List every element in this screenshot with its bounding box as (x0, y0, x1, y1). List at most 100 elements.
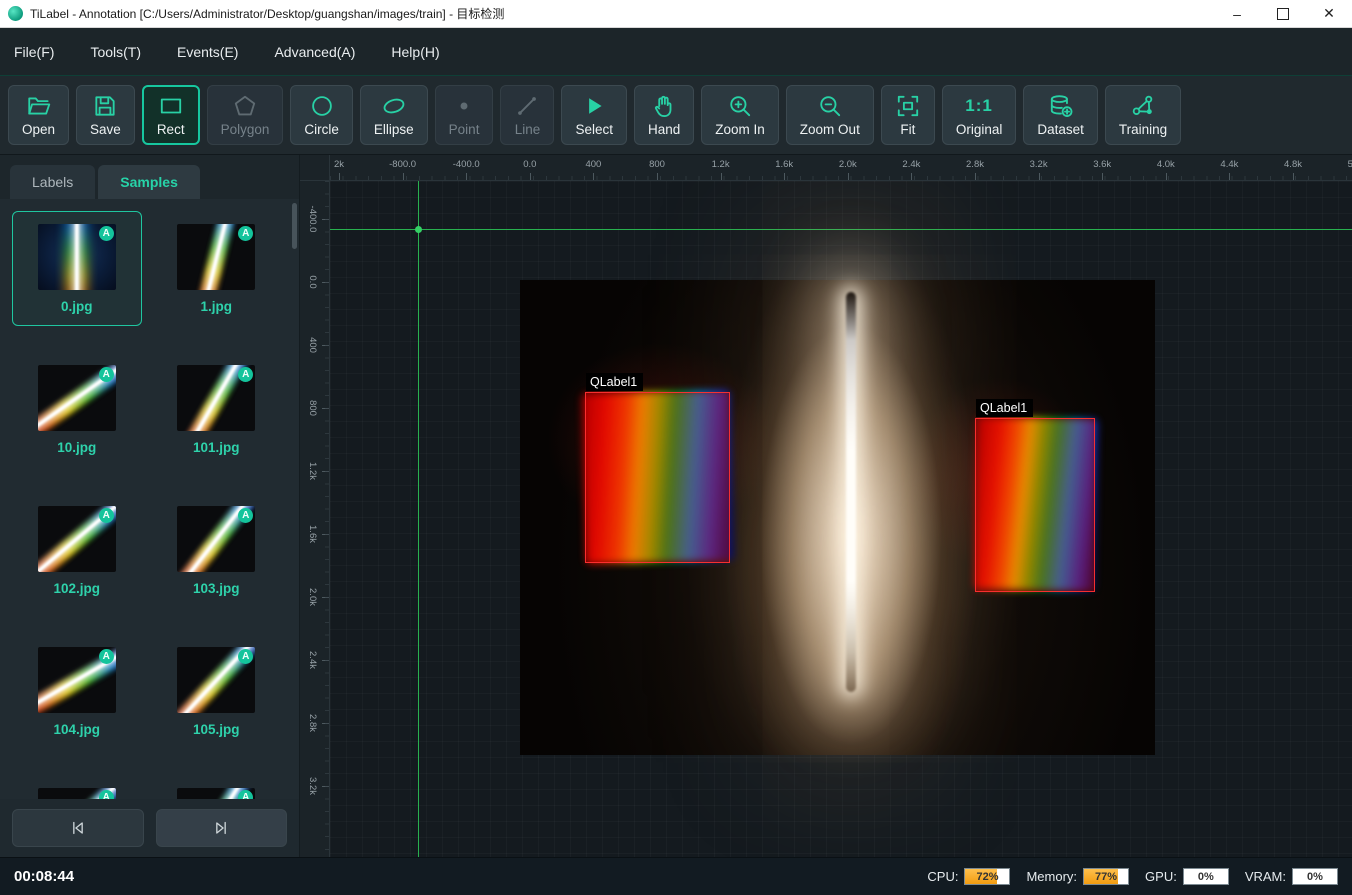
tool-ellipse[interactable]: Ellipse (359, 85, 428, 145)
ruler-tick (1293, 173, 1294, 180)
tab-samples[interactable]: Samples (98, 165, 200, 199)
training-icon (1130, 92, 1156, 119)
menu-item-events-e[interactable]: Events(E) (177, 44, 238, 60)
sample-thumbnail: A (37, 224, 116, 290)
sample-101-jpg[interactable]: A 101.jpg (152, 352, 282, 467)
sample-partial-8[interactable]: A (12, 775, 142, 799)
ruler-label: -400.0 (307, 205, 318, 233)
annotation-label: QLabel1 (976, 399, 1034, 417)
tool-zoom-in[interactable]: Zoom In (701, 85, 779, 145)
auto-label-badge: A (238, 367, 254, 382)
annotation-box[interactable]: QLabel1 (585, 373, 730, 563)
tool-label: Zoom In (715, 122, 765, 137)
app-window: TiLabel - Annotation [C:/Users/Administr… (0, 0, 1352, 895)
sample-104-jpg[interactable]: A 104.jpg (12, 634, 142, 749)
tool-fit[interactable]: Fit (880, 85, 935, 145)
ruler-tick (975, 173, 976, 180)
sample-thumbnail: A (177, 647, 256, 713)
ruler-tick (322, 723, 329, 724)
ruler-tick (784, 173, 786, 180)
tool-select[interactable]: Select (561, 85, 627, 145)
elapsed-time: 00:08:44 (14, 868, 75, 885)
maximize-icon (1277, 7, 1289, 20)
sidebar: Labels Samples A 0.jpg A 1.jpg A 10.jpg A 101.jp… (0, 155, 300, 857)
ruler-tick (466, 173, 468, 180)
next-sample-button[interactable] (155, 809, 287, 847)
menu-item-help-h[interactable]: Help(H) (391, 44, 439, 60)
auto-label-badge: A (98, 508, 114, 523)
tool-original[interactable]: 1:1 Original (941, 85, 1017, 145)
tool-label: Rect (156, 122, 185, 137)
tool-open[interactable]: Open (8, 85, 70, 145)
sample-10-jpg[interactable]: A 10.jpg (12, 352, 142, 467)
auto-label-badge: A (98, 226, 114, 241)
window-controls: – ✕ (1214, 0, 1352, 27)
annotation-canvas[interactable]: QLabel1 QLabel1 (330, 181, 1352, 857)
minimize-button[interactable]: – (1214, 0, 1260, 27)
hand-icon (651, 92, 677, 119)
canvas-area: 2k -800.0 -400.0 0.0 400 800 1.2k 1.6k 2.0k 2.4k 2… (300, 155, 1352, 857)
sample-105-jpg[interactable]: A 105.jpg (152, 634, 282, 749)
horizontal-ruler: 2k -800.0 -400.0 0.0 400 800 1.2k 1.6k 2.0k 2.4k 2… (330, 155, 1352, 181)
ruler-tick (1102, 173, 1104, 180)
tool-label: Original (955, 122, 1003, 137)
one-to-one-icon: 1:1 (965, 95, 993, 115)
prev-icon (68, 818, 88, 838)
samples-panel: A 0.jpg A 1.jpg A 10.jpg A 101.jpg A 102.jpg A 103.… (0, 199, 299, 799)
ruler-label: 3.2k (1029, 159, 1048, 170)
tool-hand[interactable]: Hand (633, 85, 695, 145)
rect-icon (158, 92, 184, 119)
app-logo-icon (8, 6, 23, 21)
tool-label: Polygon (220, 122, 270, 137)
tool-polygon: Polygon (206, 85, 284, 145)
auto-label-badge: A (238, 649, 254, 664)
prev-sample-button[interactable] (12, 809, 144, 847)
tool-label: Ellipse (373, 122, 414, 137)
tool-label: Save (90, 122, 121, 137)
ruler-tick (720, 173, 722, 180)
ruler-label: 1.2k (711, 159, 730, 170)
sidebar-tabs: Labels Samples (0, 155, 299, 199)
ruler-tick (911, 173, 913, 180)
tool-save[interactable]: Save (76, 85, 135, 145)
sample-filename: 103.jpg (192, 581, 240, 596)
menu-item-tools-t[interactable]: Tools(T) (90, 44, 141, 60)
ruler-label: 2k (333, 159, 345, 170)
scrollbar-thumb[interactable] (292, 203, 297, 249)
tool-label: Dataset (1037, 122, 1084, 137)
sample-1-jpg[interactable]: A 1.jpg (152, 211, 282, 326)
tool-training[interactable]: Training (1104, 85, 1182, 145)
tool-point: Point (434, 85, 494, 145)
annotation-label: QLabel1 (586, 373, 644, 391)
menu-item-file-f[interactable]: File(F) (14, 44, 54, 60)
ruler-tick (593, 173, 595, 180)
sample-filename: 104.jpg (53, 722, 101, 737)
maximize-button[interactable] (1260, 0, 1306, 27)
tool-zoom-out[interactable]: Zoom Out (785, 85, 874, 145)
tool-circle[interactable]: Circle (290, 85, 353, 145)
ruler-tick (322, 471, 329, 472)
vertical-ruler: -400.0 0.0 400 800 1.2k 1.6k 2.0k 2.4k 2.8k 3.2k (300, 181, 330, 857)
sample-partial-9[interactable]: A (152, 775, 282, 799)
tab-labels[interactable]: Labels (10, 165, 96, 199)
sample-filename: 10.jpg (57, 440, 97, 455)
menu-item-advanced-a[interactable]: Advanced(A) (274, 44, 355, 60)
tool-rect[interactable]: Rect (141, 85, 200, 145)
sample-filename: 0.jpg (60, 299, 93, 314)
ellipse-icon (381, 92, 407, 119)
annotation-box[interactable]: QLabel1 (975, 399, 1095, 592)
sample-102-jpg[interactable]: A 102.jpg (12, 493, 142, 608)
tool-dataset[interactable]: Dataset (1023, 85, 1098, 145)
ruler-label: -800.0 (389, 159, 417, 170)
metric-meter-vram: 0% (1292, 868, 1338, 885)
metric-label-gpu: GPU: (1145, 869, 1177, 884)
toolbar: Open Save Rect Polygon Circle Ellipse Point Lin… (0, 76, 1352, 155)
auto-label-badge: A (238, 226, 254, 241)
tool-label: Select (575, 122, 613, 137)
ruler-tick (1038, 173, 1040, 180)
sample-thumbnail: A (37, 506, 116, 572)
sample-0-jpg[interactable]: A 0.jpg (12, 211, 142, 326)
sample-103-jpg[interactable]: A 103.jpg (152, 493, 282, 608)
close-button[interactable]: ✕ (1306, 0, 1352, 27)
ruler-label: -400.0 (452, 159, 480, 170)
